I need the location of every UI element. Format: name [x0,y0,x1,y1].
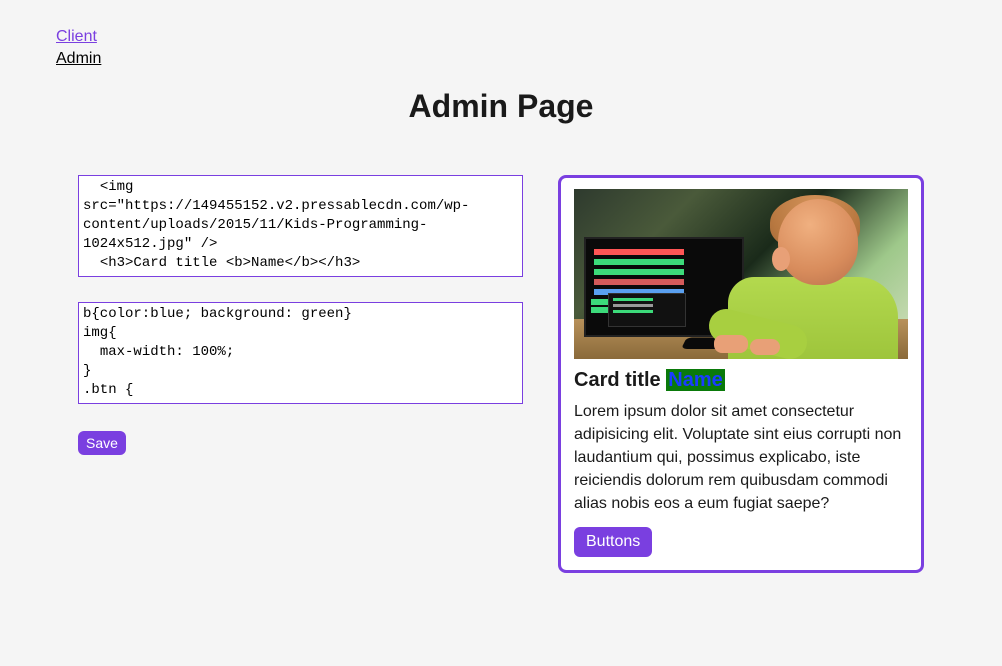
card-title-prefix: Card title [574,369,666,391]
nav-client-link[interactable]: Client [56,26,1002,48]
save-button[interactable]: Save [78,431,126,455]
card-buttons-button[interactable]: Buttons [574,527,652,557]
card-body-text: Lorem ipsum dolor sit amet consectetur a… [574,400,908,515]
card-title: Card title Name [574,369,908,392]
preview-card: Card title Name Lorem ipsum dolor sit am… [558,175,924,573]
nav-admin-link[interactable]: Admin [56,48,1002,70]
css-editor[interactable] [78,302,523,404]
card-image [574,189,908,359]
html-editor[interactable] [78,175,523,277]
card-title-name: Name [666,369,724,391]
page-title: Admin Page [0,88,1002,125]
